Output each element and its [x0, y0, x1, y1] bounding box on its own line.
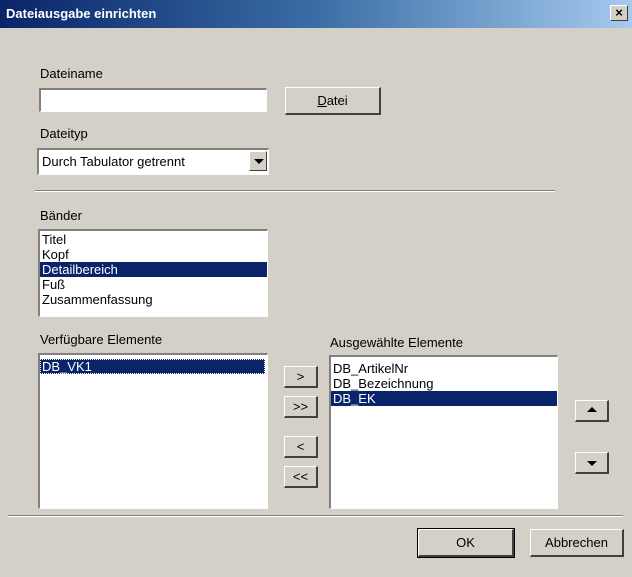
close-button[interactable]: ×: [610, 5, 628, 21]
remove-button[interactable]: <: [284, 436, 318, 458]
arrow-up-icon: [586, 406, 597, 415]
selected-elements-label: Ausgewählte Elemente: [330, 335, 463, 350]
file-button-label: Datei: [317, 93, 348, 108]
move-up-button[interactable]: [575, 400, 609, 422]
list-item[interactable]: Fuß: [40, 277, 267, 292]
cancel-button-label: Abbrechen: [545, 535, 608, 550]
list-item[interactable]: DB_Bezeichnung: [331, 376, 557, 391]
footer-separator: [8, 515, 623, 517]
add-all-button-label: >>: [292, 399, 309, 414]
selected-elements-listbox[interactable]: DB_ArtikelNr DB_Bezeichnung DB_EK: [329, 355, 558, 509]
title-bar: Dateiausgabe einrichten ×: [0, 0, 632, 28]
list-item[interactable]: Kopf: [40, 247, 267, 262]
filename-label: Dateiname: [40, 66, 103, 81]
ok-button[interactable]: OK: [417, 528, 515, 558]
list-item[interactable]: Titel: [40, 232, 267, 247]
list-item[interactable]: DB_VK1: [40, 359, 265, 374]
available-listbox[interactable]: DB_VK1: [38, 353, 268, 509]
available-label: Verfügbare Elemente: [40, 332, 163, 347]
list-item[interactable]: Zusammenfassung: [40, 292, 267, 307]
bands-listbox[interactable]: Titel Kopf Detailbereich Fuß Zusammenfas…: [38, 229, 268, 317]
remove-all-button[interactable]: <<: [284, 466, 318, 488]
arrow-down-icon: [586, 459, 597, 467]
list-item[interactable]: DB_EK: [331, 391, 557, 406]
window-title: Dateiausgabe einrichten: [6, 6, 157, 21]
bands-label: Bänder: [40, 208, 82, 223]
add-button-label: >: [296, 369, 305, 384]
remove-all-button-label: <<: [292, 469, 309, 484]
close-icon: ×: [615, 5, 623, 20]
separator: [35, 190, 555, 192]
list-item[interactable]: Detailbereich: [40, 262, 267, 277]
add-button[interactable]: >: [284, 366, 318, 388]
filename-input[interactable]: [39, 88, 267, 112]
cancel-button[interactable]: Abbrechen: [530, 529, 624, 557]
file-button[interactable]: Datei: [285, 87, 381, 115]
move-down-button[interactable]: [575, 452, 609, 474]
list-item[interactable]: DB_ArtikelNr: [331, 361, 557, 376]
chevron-down-icon[interactable]: [249, 151, 267, 171]
filetype-select[interactable]: Durch Tabulator getrennt: [37, 148, 269, 175]
filetype-selected-value: Durch Tabulator getrennt: [42, 154, 185, 169]
filetype-label: Dateityp: [40, 126, 88, 141]
add-all-button[interactable]: >>: [284, 396, 318, 418]
ok-button-label: OK: [456, 535, 475, 550]
remove-button-label: <: [296, 439, 305, 454]
